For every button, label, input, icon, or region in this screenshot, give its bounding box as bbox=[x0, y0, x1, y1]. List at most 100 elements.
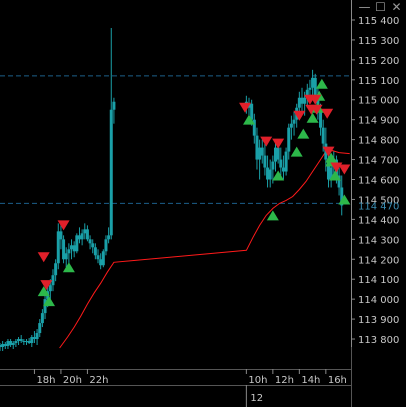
candle-body bbox=[11, 343, 15, 346]
candle-body bbox=[17, 339, 21, 342]
date-marker-label: 12 bbox=[250, 393, 263, 404]
candle-body bbox=[255, 135, 259, 160]
y-tick-label: 115 000 bbox=[358, 96, 399, 107]
price-chart: 115 400 115 300 115 200 115 100 115 000 114 9… bbox=[0, 0, 399, 407]
current-price-tag: 114 470 bbox=[358, 201, 399, 212]
candle-body bbox=[93, 247, 97, 256]
candle-body bbox=[83, 229, 87, 234]
buy-signal-arrow bbox=[315, 78, 328, 89]
y-tick-label: 113 900 bbox=[358, 315, 399, 326]
candle-body bbox=[313, 77, 317, 96]
candle-body bbox=[274, 147, 278, 162]
candle-body bbox=[321, 127, 325, 144]
candle-body bbox=[3, 344, 7, 347]
y-tick-label: 114 700 bbox=[358, 156, 399, 167]
candle-body bbox=[266, 167, 270, 180]
candle-body bbox=[9, 341, 13, 346]
candle-body bbox=[64, 253, 68, 260]
candle-body bbox=[101, 251, 105, 266]
candle-body bbox=[107, 235, 111, 240]
candle-body bbox=[276, 147, 280, 160]
y-tick-label: 113 800 bbox=[358, 335, 399, 346]
sell-signal-arrow bbox=[57, 220, 70, 231]
candle-body bbox=[258, 147, 262, 160]
candle-body bbox=[263, 155, 267, 168]
candle-body bbox=[1, 344, 5, 347]
x-tick-label: 12h bbox=[275, 375, 294, 386]
buy-signal-arrow bbox=[290, 146, 303, 157]
candle-body bbox=[88, 239, 92, 244]
candle-body bbox=[22, 341, 26, 343]
candle-body bbox=[109, 109, 113, 236]
y-tick-label: 115 100 bbox=[358, 76, 399, 87]
y-tick-label: 114 300 bbox=[358, 235, 399, 246]
y-tick-label: 115 200 bbox=[358, 56, 399, 67]
buy-signal-arrow bbox=[266, 210, 279, 221]
candle-body bbox=[96, 255, 100, 260]
candle-body bbox=[250, 103, 254, 120]
candle-body bbox=[268, 169, 272, 180]
buy-signal-arrow bbox=[297, 128, 310, 139]
x-tick-label: 10h bbox=[248, 375, 267, 386]
candle-body bbox=[80, 233, 84, 240]
sell-signal-arrow bbox=[293, 110, 306, 121]
candle-body bbox=[292, 119, 296, 124]
candle-body bbox=[32, 337, 36, 340]
candle-body bbox=[289, 123, 293, 128]
candle-body bbox=[38, 323, 42, 334]
candle-body bbox=[70, 245, 74, 250]
candle-body bbox=[85, 229, 89, 240]
y-tick-label: 114 100 bbox=[358, 275, 399, 286]
candle-body bbox=[300, 97, 304, 104]
candle-body bbox=[271, 161, 275, 170]
y-tick-label: 115 300 bbox=[358, 36, 399, 47]
candle-body bbox=[77, 235, 81, 240]
candle-body bbox=[260, 147, 264, 156]
sell-signal-arrow bbox=[338, 164, 351, 175]
candle-body bbox=[59, 231, 63, 240]
candle-body bbox=[287, 127, 291, 152]
x-tick-label: 20h bbox=[63, 375, 82, 386]
y-tick-label: 114 900 bbox=[358, 116, 399, 127]
sell-signal-arrow bbox=[272, 138, 285, 149]
buy-signal-arrow bbox=[62, 262, 75, 273]
candle-body bbox=[54, 263, 58, 276]
candle-body bbox=[56, 231, 60, 264]
candle-body bbox=[19, 339, 23, 342]
candle-body bbox=[99, 259, 103, 266]
buy-signal-arrow bbox=[338, 194, 351, 205]
sell-signal-arrow bbox=[321, 108, 334, 119]
sell-signal-arrow bbox=[322, 146, 335, 157]
candle-body bbox=[112, 101, 116, 110]
buy-signal-arrow bbox=[272, 170, 285, 181]
y-tick-label: 114 600 bbox=[358, 176, 399, 187]
candle-body bbox=[40, 313, 44, 324]
candle-body bbox=[279, 159, 283, 168]
signal-arrows bbox=[37, 78, 351, 307]
x-tick-label: 22h bbox=[89, 375, 108, 386]
x-tick-label: 14h bbox=[301, 375, 320, 386]
candle-body bbox=[48, 285, 52, 292]
candle-body bbox=[27, 341, 31, 344]
candle-body bbox=[297, 97, 301, 108]
y-axis-ticks: 115 400 115 300 115 200 115 100 115 000 114 9… bbox=[351, 16, 399, 346]
candle-body bbox=[104, 239, 108, 252]
candle-body bbox=[62, 239, 66, 260]
candle-body bbox=[75, 235, 79, 252]
y-tick-label: 114 400 bbox=[358, 215, 399, 226]
candle-body bbox=[311, 77, 315, 88]
candle-body bbox=[67, 249, 71, 254]
sell-signal-arrow bbox=[37, 252, 50, 263]
candle-body bbox=[14, 341, 18, 344]
candle-body bbox=[35, 333, 39, 340]
y-tick-label: 114 200 bbox=[358, 255, 399, 266]
candle-body bbox=[6, 341, 10, 347]
y-tick-label: 114 800 bbox=[358, 136, 399, 147]
candle-body bbox=[303, 97, 307, 104]
candle-body bbox=[281, 167, 285, 172]
candle-body bbox=[91, 243, 95, 248]
x-tick-label: 16h bbox=[328, 375, 347, 386]
candle-body bbox=[308, 87, 312, 90]
candle-body bbox=[284, 151, 288, 172]
current-price-label: 114 470 bbox=[358, 201, 399, 212]
